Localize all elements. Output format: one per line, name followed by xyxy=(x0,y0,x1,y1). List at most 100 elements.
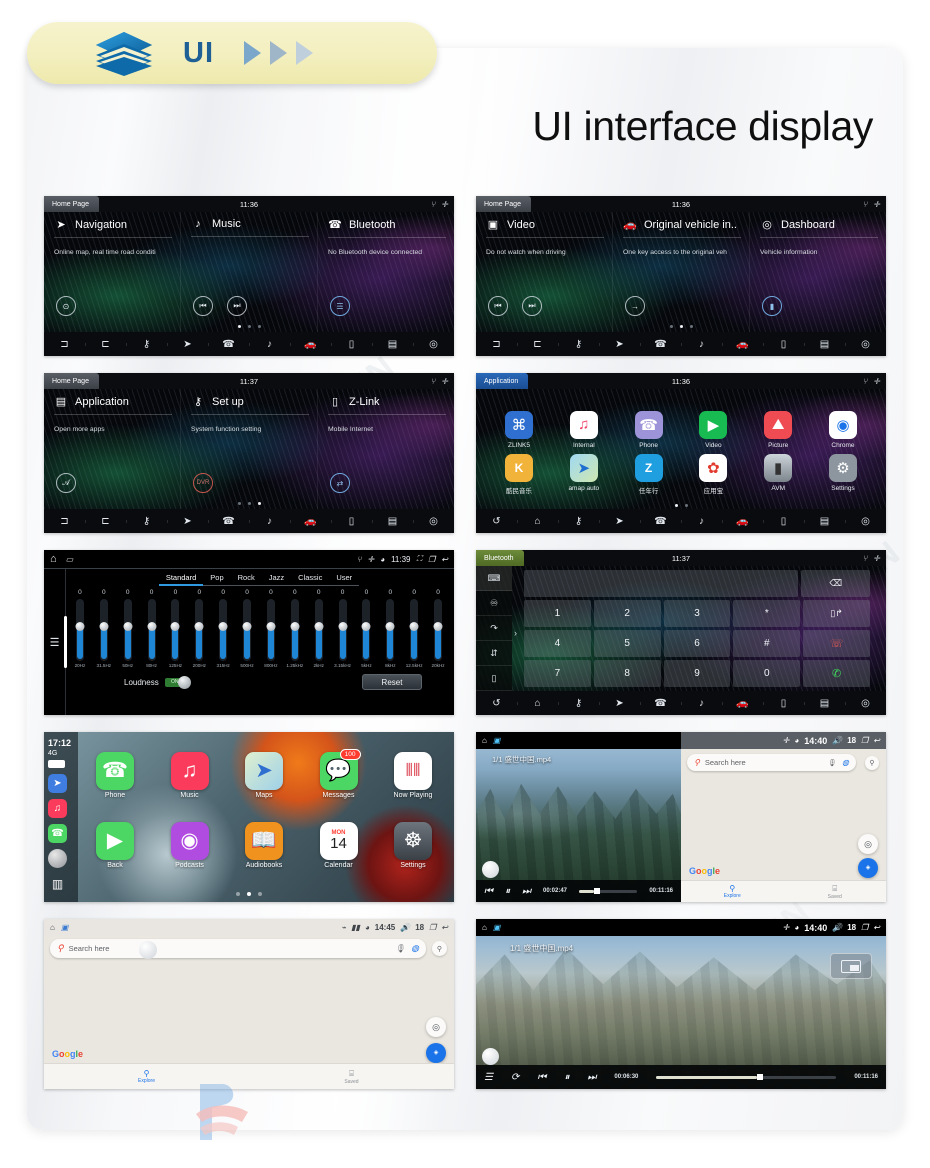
app-tencent-appstore[interactable]: ✿ 应用宝 xyxy=(686,453,740,495)
next-track-icon[interactable]: ⏭ xyxy=(227,296,247,316)
recent-apps-icon[interactable]: ❐ xyxy=(428,555,435,564)
eq-band-8[interactable] xyxy=(259,599,283,661)
equalizer-bars-icon[interactable]: ▮ xyxy=(762,296,782,316)
eq-band-13[interactable] xyxy=(378,599,402,661)
video-app-icon[interactable]: ▣ xyxy=(493,923,501,932)
car-left-icon[interactable]: ⊐ xyxy=(44,339,85,350)
video-controls[interactable]: ⏮ ⏸ ⏭ 00:02:47 00:11:16 xyxy=(476,880,681,902)
repeat-icon[interactable]: ⟳ xyxy=(511,1072,519,1083)
eq-track[interactable] xyxy=(266,599,276,661)
prev-icon[interactable]: ⏮ xyxy=(537,1072,546,1083)
app-internal[interactable]: ♫ Internal xyxy=(557,410,611,449)
bluetooth-sidebar[interactable]: ⌨ ♾ ↷ ⇵ ▯ xyxy=(476,566,512,691)
recent-apps-icon[interactable]: ❐ xyxy=(429,923,436,932)
card-application[interactable]: ▤ Application Open more apps 𝒜 xyxy=(44,389,180,509)
recent-apps-icon[interactable]: ❐ xyxy=(861,923,868,932)
app-avm[interactable]: ▮ AVM xyxy=(751,453,805,495)
next-icon[interactable]: ⏭ xyxy=(522,886,531,897)
my-location-icon[interactable]: ◎ xyxy=(426,1017,446,1037)
app-back[interactable]: ▶ Back xyxy=(84,821,146,869)
music-icon[interactable]: ♪ xyxy=(681,339,722,350)
apps-icon[interactable]: ▤ xyxy=(804,339,845,350)
app-video[interactable]: ▶ Video xyxy=(686,410,740,449)
key-4[interactable]: 4 xyxy=(524,630,591,657)
picture-in-picture-icon[interactable] xyxy=(830,953,872,979)
card-navigation[interactable]: ➤ Navigation Online map, real time road … xyxy=(44,212,180,332)
eq-knob[interactable] xyxy=(242,622,252,631)
eq-track[interactable] xyxy=(99,599,109,661)
app-calendar[interactable]: MON 14 Calendar xyxy=(308,821,370,869)
eq-band-3[interactable] xyxy=(140,599,164,661)
eq-knob[interactable] xyxy=(314,622,324,631)
apps-icon[interactable]: ▤ xyxy=(372,339,413,350)
eq-band-6[interactable] xyxy=(211,599,235,661)
app-podcasts[interactable]: ◉ Podcasts xyxy=(159,821,221,869)
eq-track[interactable] xyxy=(242,599,252,661)
eq-track[interactable] xyxy=(314,599,324,661)
app-rnx[interactable]: Z 任年行 xyxy=(622,453,676,495)
eq-track[interactable] xyxy=(123,599,133,661)
app-settings[interactable]: ☸ Settings xyxy=(382,821,444,869)
hangup-icon[interactable]: ☏ xyxy=(803,630,870,657)
screenshot-home-page-3[interactable]: Home Page 11:37 ⑂ ✛ ▤ Application Open mo… xyxy=(44,373,454,533)
floating-handle[interactable] xyxy=(139,941,157,959)
compass-icon[interactable]: ⚲ xyxy=(865,756,879,770)
tab-explore[interactable]: ⚲ Explore xyxy=(681,881,784,902)
eq-preset-standard[interactable]: Standard xyxy=(158,573,204,586)
link-phone-icon[interactable]: ▯ xyxy=(763,516,804,527)
key-hash[interactable]: # xyxy=(733,630,801,657)
dialpad[interactable]: ⌫ 1 2 3 * ▯↱ 4 5 6 # ☏ 7 8 9 0 ✆ xyxy=(524,570,870,687)
prev-track-icon[interactable]: ⏮ xyxy=(193,296,213,316)
eq-preset-pop[interactable]: Pop xyxy=(203,573,231,586)
vehicle-icon[interactable]: 🚗 xyxy=(290,339,331,350)
app-messages[interactable]: 100 💬 Messages xyxy=(308,748,370,799)
app-audiobooks[interactable]: 📖 Audiobooks xyxy=(233,821,295,869)
search-input[interactable]: ⚲ Search here 🎙 ◍ xyxy=(50,939,426,958)
screenshot-equalizer[interactable]: ⌂ ▭ ⑂ ✛ ◕ 11:39 ⛶ ❐ ↩ ☰ Standard Pop Roc… xyxy=(44,550,454,715)
eq-knob[interactable] xyxy=(338,622,348,631)
my-location-icon[interactable]: ◎ xyxy=(858,834,878,854)
eq-knob[interactable] xyxy=(123,622,133,631)
dashboard-icon[interactable]: ◎ xyxy=(845,516,886,527)
carplay-sidebar[interactable]: 17:12 4G ➤ ♫ ☎ ▥ xyxy=(44,732,78,902)
eq-track[interactable] xyxy=(433,599,443,661)
eq-track[interactable] xyxy=(338,599,348,661)
key-6[interactable]: 6 xyxy=(663,630,731,657)
tab-saved[interactable]: ⌸ Saved xyxy=(249,1064,454,1089)
call-list-icon[interactable]: ☰ xyxy=(330,296,350,316)
eq-sliders[interactable] xyxy=(68,599,450,661)
compass-icon[interactable]: ⚲ xyxy=(432,941,447,956)
bottom-navbar[interactable]: ⊐ ⊏ ⚷ ➤ ☎ ♪ 🚗 ▯ ▤ ◎ xyxy=(44,332,454,356)
eq-track[interactable] xyxy=(385,599,395,661)
phone-icon[interactable]: ☎ xyxy=(208,339,249,350)
app-kuwo-music[interactable]: K 酷民音乐 xyxy=(492,453,546,495)
app-phone[interactable]: ☎ Phone xyxy=(622,410,676,449)
settings-key-icon[interactable]: ⚷ xyxy=(558,516,599,527)
video-app-icon[interactable]: ▣ xyxy=(493,736,501,745)
app-phone[interactable]: ☎ Phone xyxy=(84,751,146,799)
key-9[interactable]: 9 xyxy=(663,660,731,687)
eq-track[interactable] xyxy=(170,599,180,661)
dashboard-icon[interactable]: ◎ xyxy=(845,339,886,350)
eq-knob[interactable] xyxy=(266,622,276,631)
maps-bottom-tabs[interactable]: ⚲ Explore ⌸ Saved xyxy=(681,880,886,902)
video-pane[interactable]: ⌂ ▣ 1/1 盛世中国.mp4 ⏮ ⏸ ⏭ 00:02:47 00:11:16 xyxy=(476,732,681,902)
floating-handle[interactable] xyxy=(482,861,499,878)
card-bluetooth[interactable]: ☎ Bluetooth No Bluetooth device connecte… xyxy=(317,212,454,332)
back-icon[interactable]: ↩ xyxy=(441,555,448,564)
eq-preset-user[interactable]: User xyxy=(329,573,360,586)
back-icon[interactable]: ↺ xyxy=(476,516,517,527)
phone-icon[interactable]: ☎ xyxy=(208,516,249,527)
back-icon[interactable]: ↩ xyxy=(873,923,880,932)
back-icon[interactable]: ↺ xyxy=(476,698,517,709)
home-icon[interactable]: ⌂ xyxy=(50,923,55,932)
screenshot-home-page-1[interactable]: Home Page 11:36 ⑂ ✛ ➤ Navigation Online m… xyxy=(44,196,454,356)
key-8[interactable]: 8 xyxy=(593,660,661,687)
settings-key-icon[interactable]: ⚷ xyxy=(558,698,599,709)
bottom-navbar[interactable]: ⊐ ⊏ ⚷ ➤ ☎ ♪ 🚗 ▯ ▤ ◎ xyxy=(476,332,886,356)
expand-chevron-icon[interactable]: › xyxy=(514,628,517,638)
home-icon[interactable]: ⌂ xyxy=(482,736,487,745)
dashboard-icon[interactable]: ◎ xyxy=(845,698,886,709)
seek-bar[interactable] xyxy=(579,887,638,894)
prev-icon[interactable]: ⏮ xyxy=(484,886,493,897)
